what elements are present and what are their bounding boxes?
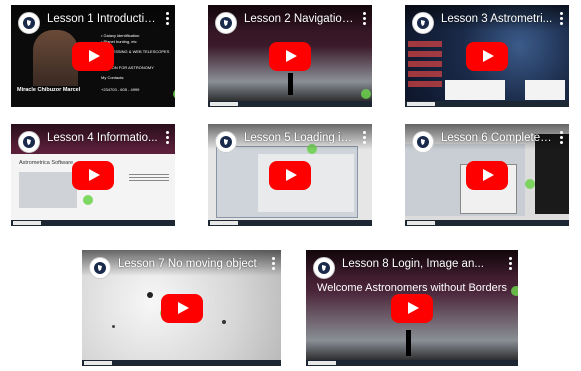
green-marker <box>525 179 535 189</box>
video-title[interactable]: Lesson 2 Navigation... <box>244 13 356 25</box>
video-card-3[interactable]: Lesson 3 Astrometri... <box>405 5 569 107</box>
taskbar <box>11 220 175 226</box>
channel-logo-icon[interactable] <box>215 131 237 153</box>
channel-logo-icon[interactable] <box>18 131 40 153</box>
video-card-7[interactable]: Lesson 7 No moving object <box>82 250 281 366</box>
silhouette-figure <box>406 330 411 356</box>
play-button-icon[interactable] <box>269 161 311 190</box>
video-title[interactable]: Lesson 1 Introductio... <box>47 13 159 25</box>
play-button-icon[interactable] <box>160 294 203 323</box>
silhouette-figure <box>288 73 293 95</box>
desktop-icons <box>408 41 442 91</box>
video-card-4[interactable]: Astrometrica Software Lesson 4 Informati… <box>11 124 175 226</box>
video-card-8[interactable]: Welcome Astronomers without Borders Less… <box>306 250 518 366</box>
presenter-name: Miracle Chibuzor Marcel <box>17 87 81 93</box>
play-button-icon[interactable] <box>72 161 114 190</box>
welcome-banner: Welcome Astronomers without Borders <box>317 282 507 294</box>
play-button-icon[interactable] <box>466 42 508 71</box>
green-marker <box>361 89 371 99</box>
more-options-icon[interactable] <box>166 131 170 145</box>
channel-logo-icon[interactable] <box>412 12 434 34</box>
more-options-icon[interactable] <box>363 12 367 26</box>
more-options-icon[interactable] <box>363 131 367 145</box>
channel-logo-icon[interactable] <box>215 12 237 34</box>
play-button-icon[interactable] <box>391 294 433 323</box>
green-marker <box>83 195 93 205</box>
taskbar <box>208 101 372 107</box>
taskbar <box>405 220 569 226</box>
play-button-icon[interactable] <box>72 42 114 71</box>
more-options-icon[interactable] <box>509 257 513 271</box>
video-card-2[interactable]: Lesson 2 Navigation... <box>208 5 372 107</box>
taskbar <box>208 220 372 226</box>
lesson1-item: +234703 - 605 - 4999 <box>101 87 140 92</box>
more-options-icon[interactable] <box>272 257 276 271</box>
taskbar <box>82 360 281 366</box>
more-options-icon[interactable] <box>560 12 564 26</box>
channel-logo-icon[interactable] <box>18 12 40 34</box>
open-window <box>445 80 505 100</box>
video-title[interactable]: Lesson 4 Informatio... <box>47 132 159 144</box>
more-options-icon[interactable] <box>166 12 170 26</box>
channel-logo-icon[interactable] <box>313 257 335 279</box>
video-title[interactable]: Lesson 6 Complete i... <box>441 132 553 144</box>
video-title[interactable]: Lesson 3 Astrometri... <box>441 13 553 25</box>
text-block <box>129 174 169 182</box>
channel-logo-icon[interactable] <box>89 257 111 279</box>
more-options-icon[interactable] <box>560 131 564 145</box>
open-window <box>525 80 565 100</box>
green-marker <box>511 286 518 296</box>
lesson1-item: My Contacts: <box>101 75 125 80</box>
play-button-icon[interactable] <box>269 42 311 71</box>
star-dot <box>147 292 153 298</box>
taskbar <box>306 360 518 366</box>
play-button-icon[interactable] <box>466 161 508 190</box>
video-card-1[interactable]: Miracle Chibuzor Marcel • Galaxy identif… <box>11 5 175 107</box>
star-field-image <box>19 172 77 208</box>
star-dot <box>222 320 226 324</box>
video-card-6[interactable]: Lesson 6 Complete i... <box>405 124 569 226</box>
page-heading: Astrometrica Software <box>19 160 74 166</box>
video-title[interactable]: Lesson 7 No moving object <box>118 258 265 270</box>
channel-logo-icon[interactable] <box>412 131 434 153</box>
green-marker <box>173 89 175 99</box>
star-dot <box>112 325 115 328</box>
video-card-5[interactable]: Lesson 5 Loading im... <box>208 124 372 226</box>
taskbar <box>405 101 569 107</box>
video-title[interactable]: Lesson 8 Login, Image an... <box>342 258 502 270</box>
video-title[interactable]: Lesson 5 Loading im... <box>244 132 356 144</box>
